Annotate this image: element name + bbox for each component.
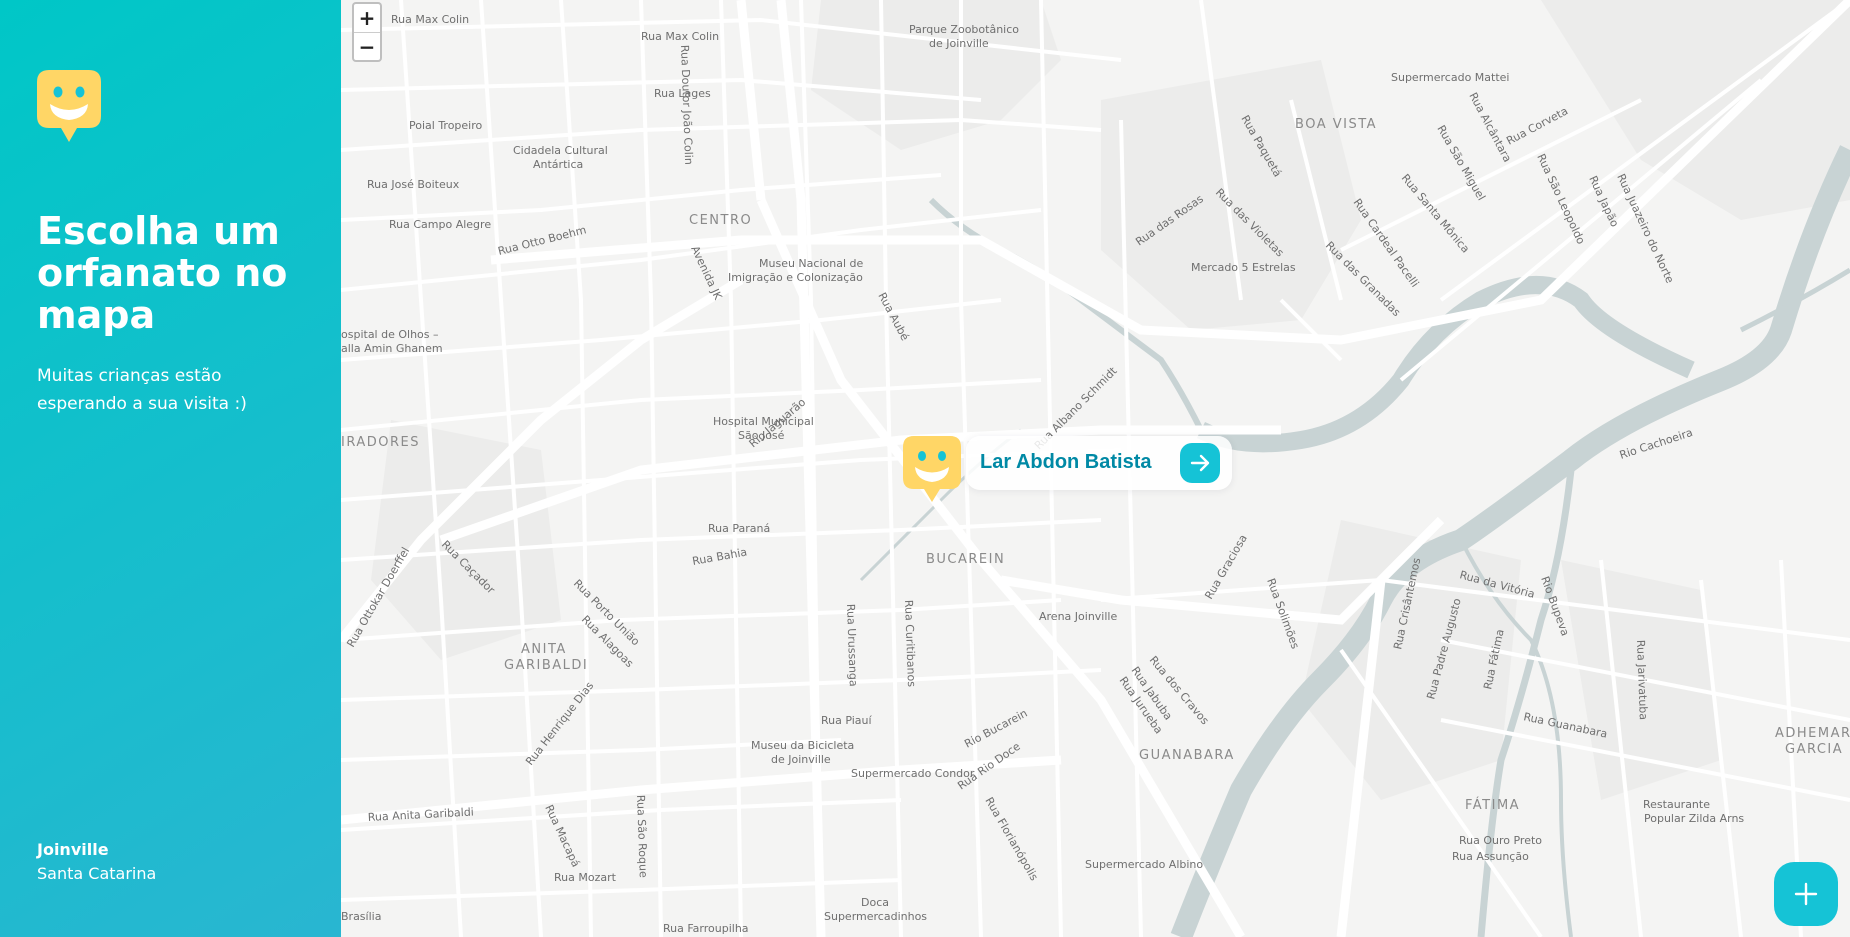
map-label: Rua Max Colin [641,30,719,43]
arrow-right-icon [1190,454,1210,472]
map-label: de Joinville [929,37,989,50]
happy-face-logo-icon [37,70,101,142]
map-label: Antártica [533,158,583,171]
map-label: Rua Mozart [554,871,617,884]
map-label: Rua Farroupilha [663,922,749,935]
location-state: Santa Catarina [37,864,157,883]
map-area-label: GARCIA [1785,742,1843,757]
zoom-control: + − [352,2,382,62]
location-info: Joinville Santa Catarina [37,838,156,886]
map-label: Restaurante [1643,798,1710,811]
map-area-label: IRADORES [341,435,420,450]
map-label: Arena Joinville [1039,610,1117,623]
map-label: Doca [861,896,889,909]
map-label: Rua Campo Alegre [389,218,491,231]
map-label: Museu Nacional de [759,257,863,270]
map-area-label: ANITA [521,642,567,657]
map-label: Imigração e Colonização [728,271,863,284]
zoom-out-button[interactable]: − [354,33,380,60]
map-label: Museu da Bicicleta [751,739,854,752]
map-label: Poial Tropeiro [409,119,483,132]
map-label: Rua Ouro Preto [1459,834,1542,847]
map-label: alla Amin Ghanem [341,342,443,355]
orphanage-popup: Lar Abdon Batista [966,436,1232,490]
map-area-label: CENTRO [689,213,752,228]
map-label: Cidadela Cultural [513,144,608,157]
zoom-in-button[interactable]: + [354,4,380,33]
map-label: Supermercado Mattei [1391,71,1509,84]
map-area-label: ADHEMAR [1775,726,1850,741]
map-area-label: BUCAREIN [926,552,1005,567]
map-label: Supermercado Albino [1085,858,1203,871]
map-label: Rua José Boiteux [367,178,460,191]
map-label: Brasília [341,910,381,923]
map-label: Parque Zoobotânico [909,23,1019,36]
create-orphanage-button[interactable] [1774,862,1838,926]
page-subtitle: Muitas crianças estão esperando a sua vi… [37,366,247,414]
map-area-label: BOA VISTA [1295,117,1377,132]
page-title: Escolha um orfanato no mapa [37,209,288,337]
map-label: Rua Piauí [821,714,873,727]
map-label: Rua Max Colin [391,13,469,26]
map-label: Supermercadinhos [824,910,927,923]
map-label: Supermercado Condor [851,767,975,780]
map-label: Rua Paraná [708,522,770,535]
map-area-label: GARIBALDI [504,658,588,673]
map-area-label: FÁTIMA [1465,797,1520,813]
map-label: Rua Assunção [1452,850,1529,863]
orphanage-name: Lar Abdon Batista [980,451,1152,473]
plus-icon [1794,882,1818,906]
sidebar: Escolha um orfanato no mapa Muitas crian… [0,0,341,937]
map-area-label: GUANABARA [1139,748,1235,763]
view-orphanage-button[interactable] [1180,443,1220,483]
map-label: Popular Zilda Arns [1644,812,1744,825]
map-label: de Joinville [771,753,831,766]
map-label: Mercado 5 Estrelas [1191,261,1296,274]
map-label: ospital de Olhos – [341,328,439,341]
happy-face-pin-icon[interactable] [903,436,961,502]
location-city: Joinville [37,840,109,859]
